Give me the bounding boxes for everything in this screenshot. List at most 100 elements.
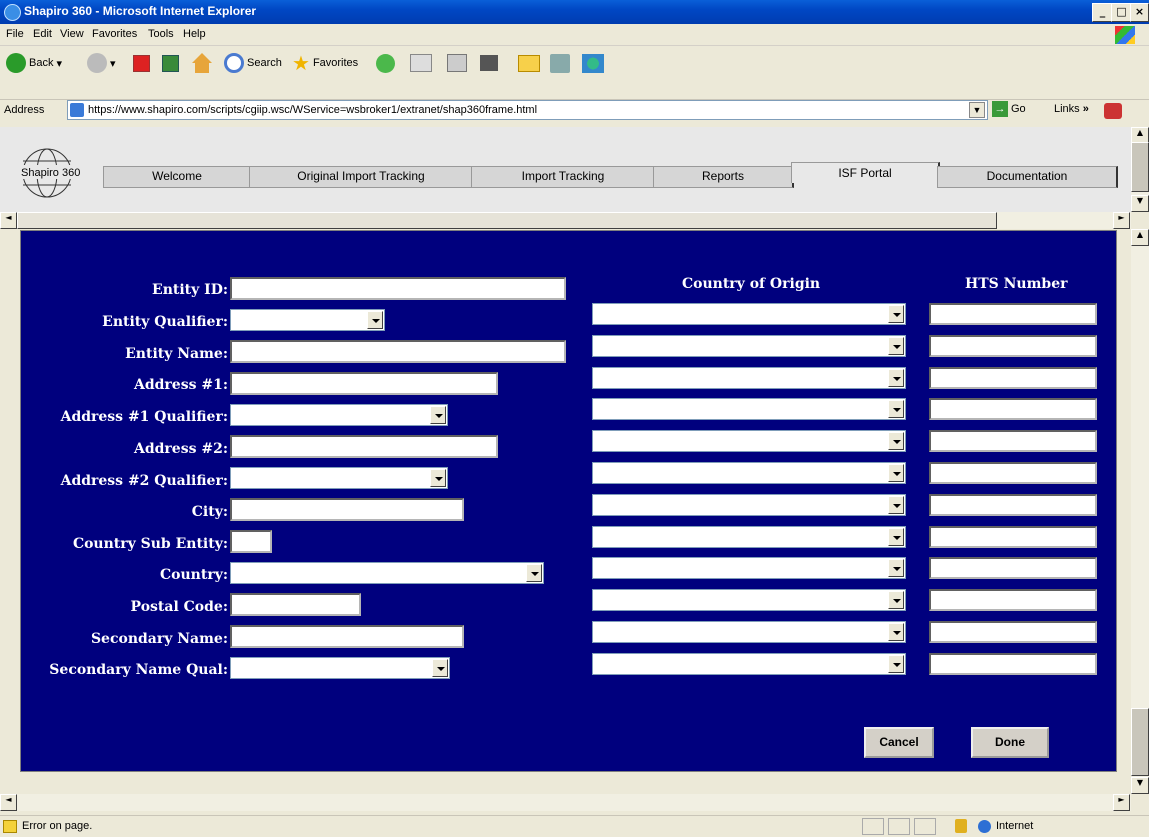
address-dropdown-button[interactable]: ▼	[969, 102, 985, 118]
adobe-icon[interactable]	[1104, 103, 1122, 119]
country-of-origin-select[interactable]	[592, 462, 906, 484]
menu-edit[interactable]: Edit	[33, 28, 52, 40]
address2-qualifier-select[interactable]	[230, 467, 448, 489]
country-of-origin-select[interactable]	[592, 334, 906, 357]
tab-isf-portal[interactable]: ISF Portal	[791, 162, 940, 183]
go-button[interactable]: → Go	[992, 101, 1026, 117]
hts-number-input[interactable]	[929, 366, 1097, 389]
mail-icon[interactable]	[410, 54, 432, 72]
chevron-down-icon	[888, 464, 904, 482]
status-pane	[914, 818, 936, 835]
postal-code-input[interactable]	[230, 593, 361, 616]
country-sub-entity-input[interactable]	[230, 530, 272, 553]
tab-original-import-tracking[interactable]: Original Import Tracking	[249, 166, 474, 188]
scroll-up-button[interactable]: ▲	[1131, 229, 1149, 246]
city-input[interactable]	[230, 498, 464, 521]
country-of-origin-select[interactable]	[592, 652, 906, 675]
address1-input[interactable]	[230, 372, 498, 395]
close-button[interactable]: ×	[1130, 3, 1149, 22]
home-icon[interactable]	[192, 53, 212, 73]
back-button[interactable]: Back ▾	[6, 52, 62, 74]
scroll-thumb[interactable]	[1131, 708, 1149, 776]
secondary-name-input[interactable]	[230, 625, 464, 648]
top-frame-horizontal-scrollbar[interactable]: ◄ ►	[0, 212, 1131, 229]
address1-label: Address #1:	[133, 377, 228, 393]
forward-button[interactable]: ▾	[87, 52, 116, 74]
main-vertical-scrollbar[interactable]: ▲ ▼	[1131, 229, 1149, 794]
country-of-origin-select[interactable]	[592, 398, 906, 421]
hts-number-input[interactable]	[929, 493, 1097, 516]
folder-icon[interactable]	[518, 55, 540, 72]
minimize-button[interactable]: _	[1092, 3, 1113, 22]
history-icon[interactable]	[376, 54, 395, 73]
address2-input[interactable]	[230, 435, 498, 458]
entity-id-input[interactable]	[230, 277, 566, 300]
secondary-name-qual-label: Secondary Name Qual:	[49, 662, 228, 678]
entity-qualifier-select[interactable]	[230, 309, 385, 331]
chevron-down-icon	[526, 564, 542, 582]
search-button[interactable]: Search	[224, 52, 282, 74]
country-of-origin-select[interactable]	[592, 525, 906, 548]
scroll-down-button[interactable]: ▼	[1131, 195, 1149, 212]
hts-number-input[interactable]	[929, 398, 1097, 421]
tab-welcome[interactable]: Welcome	[103, 166, 252, 188]
scroll-left-button[interactable]: ◄	[0, 794, 17, 811]
tab-import-tracking[interactable]: Import Tracking	[471, 166, 656, 188]
tab-documentation[interactable]: Documentation	[937, 166, 1118, 188]
address1-qualifier-select[interactable]	[230, 404, 448, 426]
address2-qualifier-label: Address #2 Qualifier:	[60, 473, 228, 489]
scroll-thumb[interactable]	[17, 212, 997, 229]
country-sub-entity-label: Country Sub Entity:	[72, 536, 228, 552]
country-of-origin-select[interactable]	[592, 589, 906, 612]
country-of-origin-select[interactable]	[592, 621, 906, 643]
scroll-right-button[interactable]: ►	[1113, 794, 1130, 811]
scroll-left-button[interactable]: ◄	[0, 212, 17, 229]
page-icon	[70, 103, 84, 117]
tab-reports[interactable]: Reports	[653, 166, 794, 188]
done-button[interactable]: Done	[971, 727, 1049, 758]
scroll-right-button[interactable]: ►	[1113, 212, 1130, 229]
stop-icon[interactable]	[133, 55, 150, 72]
hts-number-input[interactable]	[929, 525, 1097, 548]
scroll-thumb[interactable]	[1131, 142, 1149, 192]
country-select[interactable]	[230, 562, 544, 584]
refresh-icon[interactable]	[162, 55, 179, 72]
country-of-origin-select[interactable]	[592, 493, 906, 516]
address2-label: Address #2:	[133, 441, 228, 457]
hts-number-input[interactable]	[929, 621, 1097, 643]
top-frame-vertical-scrollbar[interactable]: ▲ ▼	[1131, 127, 1149, 212]
menu-help[interactable]: Help	[183, 28, 206, 40]
chevron-down-icon	[888, 432, 904, 451]
hts-number-input[interactable]	[929, 430, 1097, 453]
cancel-button[interactable]: Cancel	[864, 727, 934, 758]
hts-number-input[interactable]	[929, 557, 1097, 580]
maximize-button[interactable]: □	[1111, 3, 1132, 22]
edit-icon[interactable]	[480, 55, 498, 71]
hts-number-input[interactable]	[929, 303, 1097, 325]
main-horizontal-scrollbar[interactable]: ◄ ►	[0, 794, 1131, 811]
hts-number-input[interactable]	[929, 334, 1097, 357]
hts-number-input[interactable]	[929, 462, 1097, 484]
country-of-origin-select[interactable]	[592, 366, 906, 389]
research-icon[interactable]	[550, 54, 570, 73]
menu-favorites[interactable]: Favorites	[92, 28, 137, 40]
links-button[interactable]: Links »	[1054, 103, 1089, 115]
print-icon[interactable]	[447, 54, 467, 72]
hts-number-input[interactable]	[929, 589, 1097, 612]
chevron-down-icon	[888, 623, 904, 641]
country-of-origin-select[interactable]	[592, 557, 906, 580]
favorites-button[interactable]: ★ Favorites	[292, 52, 358, 75]
scroll-down-button[interactable]: ▼	[1131, 777, 1149, 794]
secondary-name-qual-select[interactable]	[230, 657, 450, 679]
messenger-icon[interactable]	[582, 54, 604, 73]
address-input[interactable]: https://www.shapiro.com/scripts/cgiip.ws…	[67, 100, 988, 120]
menu-file[interactable]: File	[6, 28, 24, 40]
menu-tools[interactable]: Tools	[148, 28, 174, 40]
menu-view[interactable]: View	[60, 28, 84, 40]
entity-name-input[interactable]	[230, 340, 566, 363]
country-of-origin-select[interactable]	[592, 430, 906, 453]
search-icon	[224, 53, 244, 73]
status-pane	[888, 818, 910, 835]
hts-number-input[interactable]	[929, 652, 1097, 675]
country-of-origin-select[interactable]	[592, 303, 906, 325]
